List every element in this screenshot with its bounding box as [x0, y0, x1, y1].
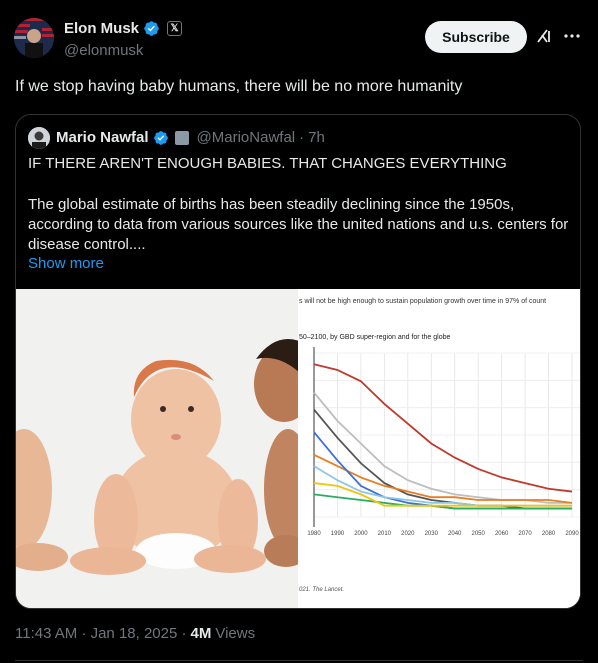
post-text: If we stop having baby humans, there wil…	[15, 78, 463, 95]
quoted-post[interactable]: Mario Nawfal @MarioNawfal · 7h IF THERE …	[15, 114, 581, 609]
author-handle[interactable]: @elonmusk	[64, 42, 143, 59]
verified-badge-icon	[144, 21, 159, 36]
post-meta: 11:43 AM · Jan 18, 2025 · 4M Views	[15, 625, 255, 642]
views-label: Views	[215, 625, 256, 642]
chart-title: s will not be high enough to sustain pop…	[299, 298, 546, 305]
quote-headline: IF THERE AREN'T ENOUGH BABIES. THAT CHAN…	[28, 155, 507, 172]
views-count: 4M	[190, 625, 212, 642]
quote-author-row: Mario Nawfal @MarioNawfal · 7h	[56, 129, 325, 146]
chart-x-tick-label: 2070	[518, 531, 532, 537]
fertility-chart: s will not be high enough to sustain pop…	[298, 289, 580, 608]
author-avatar[interactable]	[14, 18, 54, 58]
subscribe-button[interactable]: Subscribe	[425, 21, 527, 53]
chart-x-tick-label: 2010	[378, 531, 392, 537]
quote-media[interactable]: s will not be high enough to sustain pop…	[16, 289, 580, 608]
show-more-link[interactable]: Show more	[28, 255, 104, 272]
quote-author-avatar[interactable]	[28, 127, 50, 149]
grok-icon[interactable]	[534, 26, 554, 46]
separator-dot: ·	[299, 129, 305, 146]
post-timestamp[interactable]: 11:43 AM · Jan 18, 2025 ·	[15, 625, 187, 642]
quote-author-name[interactable]: Mario Nawfal	[56, 129, 149, 146]
chart-source: 021. The Lancet.	[299, 587, 344, 593]
chart-x-tick-label: 2000	[354, 531, 368, 537]
x-affiliate-badge: 𝕏	[167, 21, 183, 36]
quote-body: The global estimate of births has been s…	[28, 196, 569, 253]
chart-x-tick-label: 2040	[448, 531, 462, 537]
more-options-icon[interactable]	[562, 26, 582, 46]
verified-badge-icon	[153, 130, 168, 145]
babies-photo	[16, 289, 298, 608]
author-name-row: Elon Musk 𝕏	[64, 20, 183, 37]
author-name[interactable]: Elon Musk	[64, 20, 139, 37]
chart-x-tick-label: 2020	[401, 531, 415, 537]
chart-x-tick-label: 2050	[472, 531, 486, 537]
chart-x-tick-label: 1990	[331, 531, 345, 537]
chart-x-tick-label: 2080	[542, 531, 556, 537]
chart-x-tick-label: 2060	[495, 531, 509, 537]
quote-author-handle: @MarioNawfal	[196, 129, 296, 146]
divider	[15, 660, 583, 661]
chart-x-tick-label: 2030	[425, 531, 439, 537]
post: Elon Musk 𝕏 @elonmusk Subscribe If we st…	[0, 0, 598, 663]
chart-subtitle: 50–2100, by GBD super-region and for the…	[299, 334, 450, 341]
quote-timestamp[interactable]: 7h	[308, 129, 325, 146]
affiliate-badge-icon	[174, 130, 189, 145]
chart-x-tick-label: 1980	[307, 531, 321, 537]
chart-x-tick-label: 2090	[565, 531, 579, 537]
